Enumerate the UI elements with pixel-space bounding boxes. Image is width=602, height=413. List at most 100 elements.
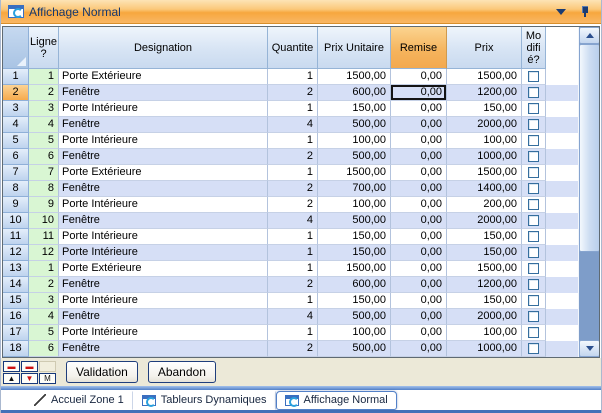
row-header[interactable]: 12 — [3, 245, 29, 261]
table-row[interactable]: 17 5 Porte Intérieure 1 100,00 0,00 100,… — [3, 325, 599, 341]
cell-modifie[interactable] — [522, 197, 546, 213]
cell-designation[interactable]: Porte Intérieure — [59, 133, 268, 149]
cell-designation[interactable]: Porte Intérieure — [59, 197, 268, 213]
table-row[interactable]: 1 1 Porte Extérieure 1 1500,00 0,00 1500… — [3, 69, 599, 85]
chevron-down-icon[interactable] — [556, 9, 566, 15]
cell-quantite[interactable]: 2 — [268, 277, 318, 293]
cell-ligne[interactable]: 1 — [29, 69, 59, 85]
cell-prix[interactable]: 1500,00 — [447, 165, 522, 181]
abandon-button[interactable]: Abandon — [148, 361, 216, 383]
modifie-checkbox[interactable] — [528, 311, 539, 322]
table-row[interactable]: 8 8 Fenêtre 2 700,00 0,00 1400,00 — [3, 181, 599, 197]
cell-prix[interactable]: 2000,00 — [447, 117, 522, 133]
cell-remise[interactable]: 0,00 — [391, 133, 447, 149]
modifie-checkbox[interactable] — [528, 151, 539, 162]
cell-quantite[interactable]: 1 — [268, 69, 318, 85]
cell-ligne[interactable]: 4 — [29, 309, 59, 325]
cell-ligne[interactable]: 6 — [29, 149, 59, 165]
row-header[interactable]: 11 — [3, 229, 29, 245]
modifie-checkbox[interactable] — [528, 199, 539, 210]
cell-prix-unitaire[interactable]: 500,00 — [318, 213, 391, 229]
cell-quantite[interactable]: 2 — [268, 181, 318, 197]
cell-prix-unitaire[interactable]: 1500,00 — [318, 69, 391, 85]
cell-modifie[interactable] — [522, 245, 546, 261]
cell-prix-unitaire[interactable]: 150,00 — [318, 229, 391, 245]
cell-quantite[interactable]: 1 — [268, 245, 318, 261]
cell-designation[interactable]: Fenêtre — [59, 341, 268, 357]
cell-ligne[interactable]: 2 — [29, 85, 59, 101]
table-blank-button[interactable] — [39, 361, 56, 372]
cell-quantite[interactable]: 2 — [268, 341, 318, 357]
cell-prix[interactable]: 150,00 — [447, 245, 522, 261]
cell-designation[interactable]: Porte Extérieure — [59, 165, 268, 181]
table-row[interactable]: 12 12 Porte Intérieure 1 150,00 0,00 150… — [3, 245, 599, 261]
cell-quantite[interactable]: 4 — [268, 213, 318, 229]
bottom-tab[interactable]: Affichage Normal — [276, 391, 397, 410]
modifie-checkbox[interactable] — [528, 103, 539, 114]
cell-designation[interactable]: Porte Intérieure — [59, 101, 268, 117]
cell-prix-unitaire[interactable]: 500,00 — [318, 117, 391, 133]
bottom-tab[interactable]: Accueil Zone 1 — [25, 391, 133, 410]
column-header[interactable]: Prix Unitaire — [318, 27, 391, 69]
modifie-checkbox[interactable] — [528, 247, 539, 258]
cell-designation[interactable]: Fenêtre — [59, 85, 268, 101]
validation-button[interactable]: Validation — [66, 361, 138, 383]
modifie-checkbox[interactable] — [528, 119, 539, 130]
row-header[interactable]: 15 — [3, 293, 29, 309]
cell-modifie[interactable] — [522, 341, 546, 357]
cell-modifie[interactable] — [522, 325, 546, 341]
row-header[interactable]: 16 — [3, 309, 29, 325]
cell-modifie[interactable] — [522, 85, 546, 101]
cell-modifie[interactable] — [522, 101, 546, 117]
cell-remise[interactable]: 0,00 — [391, 117, 447, 133]
table-move-up-button[interactable]: ▲ — [3, 373, 20, 384]
modifie-checkbox[interactable] — [528, 183, 539, 194]
modifie-checkbox[interactable] — [528, 343, 539, 354]
table-row[interactable]: 7 7 Porte Extérieure 1 1500,00 0,00 1500… — [3, 165, 599, 181]
table-row[interactable]: 14 2 Fenêtre 2 600,00 0,00 1200,00 — [3, 277, 599, 293]
cell-remise[interactable]: 0,00 — [391, 341, 447, 357]
table-row[interactable]: 15 3 Porte Intérieure 1 150,00 0,00 150,… — [3, 293, 599, 309]
row-header[interactable]: 14 — [3, 277, 29, 293]
row-header[interactable]: 2 — [3, 85, 29, 101]
cell-modifie[interactable] — [522, 277, 546, 293]
cell-ligne[interactable]: 11 — [29, 229, 59, 245]
cell-modifie[interactable] — [522, 229, 546, 245]
cell-ligne[interactable]: 9 — [29, 197, 59, 213]
cell-remise[interactable]: 0,00 — [391, 85, 447, 101]
cell-prix[interactable]: 150,00 — [447, 101, 522, 117]
cell-modifie[interactable] — [522, 261, 546, 277]
cell-quantite[interactable]: 2 — [268, 197, 318, 213]
modifie-checkbox[interactable] — [528, 263, 539, 274]
modifie-checkbox[interactable] — [528, 71, 539, 82]
cell-prix-unitaire[interactable]: 150,00 — [318, 101, 391, 117]
cell-remise[interactable]: 0,00 — [391, 69, 447, 85]
cell-prix[interactable]: 1000,00 — [447, 149, 522, 165]
table-delete-row-button[interactable]: ▼ — [21, 373, 38, 384]
cell-modifie[interactable] — [522, 213, 546, 229]
cell-prix-unitaire[interactable]: 600,00 — [318, 85, 391, 101]
column-header[interactable]: Modifié? — [522, 27, 546, 69]
cell-remise[interactable]: 0,00 — [391, 229, 447, 245]
cell-prix-unitaire[interactable]: 150,00 — [318, 245, 391, 261]
cell-designation[interactable]: Porte Intérieure — [59, 229, 268, 245]
grid-corner-select-all[interactable] — [3, 27, 29, 69]
modifie-checkbox[interactable] — [528, 167, 539, 178]
cell-quantite[interactable]: 2 — [268, 149, 318, 165]
cell-remise[interactable]: 0,00 — [391, 293, 447, 309]
modifie-checkbox[interactable] — [528, 279, 539, 290]
vertical-scrollbar[interactable] — [578, 27, 599, 357]
cell-prix-unitaire[interactable]: 500,00 — [318, 149, 391, 165]
table-last-row-button[interactable]: M — [39, 373, 56, 384]
cell-remise[interactable]: 0,00 — [391, 197, 447, 213]
table-row[interactable]: 3 3 Porte Intérieure 1 150,00 0,00 150,0… — [3, 101, 599, 117]
row-header[interactable]: 6 — [3, 149, 29, 165]
cell-remise[interactable]: 0,00 — [391, 149, 447, 165]
scrollbar-thumb[interactable] — [579, 44, 600, 252]
cell-prix[interactable]: 200,00 — [447, 197, 522, 213]
table-insert-row-button[interactable]: ▬ — [21, 361, 38, 372]
cell-prix-unitaire[interactable]: 500,00 — [318, 309, 391, 325]
cell-prix-unitaire[interactable]: 100,00 — [318, 133, 391, 149]
cell-ligne[interactable]: 6 — [29, 341, 59, 357]
row-header[interactable]: 5 — [3, 133, 29, 149]
